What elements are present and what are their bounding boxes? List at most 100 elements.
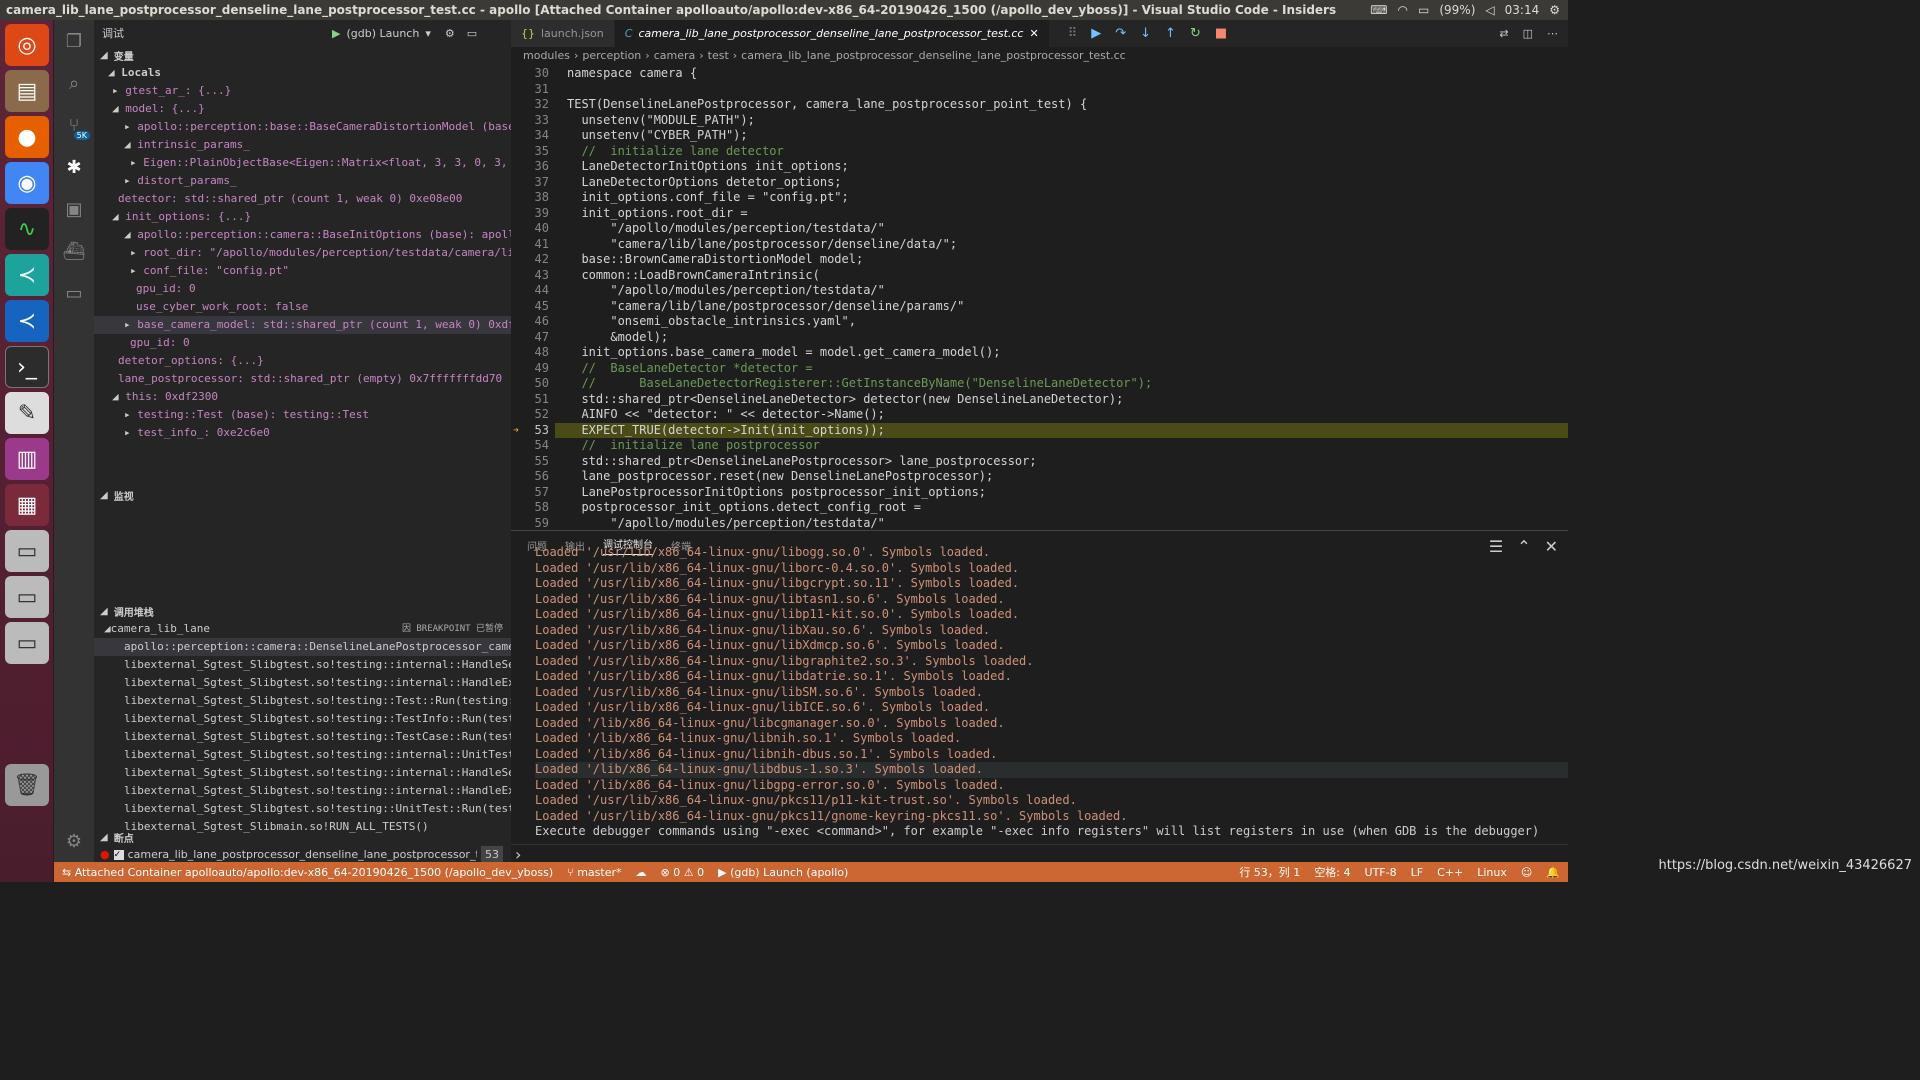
keyboard-icon[interactable]: ⌨ <box>1370 3 1387 17</box>
stack-frame[interactable]: libexternal_Sgtest_Slibgtest.so!testing:… <box>94 782 511 800</box>
code-line[interactable]: 52 AINFO << "detector: " << detector->Na… <box>511 407 1568 423</box>
stack-frame[interactable]: apollo::perception::camera::DenselineLan… <box>94 638 511 656</box>
firefox-icon[interactable]: ● <box>5 116 49 158</box>
code-line[interactable]: 41 "camera/lib/lane/postprocessor/densel… <box>511 237 1568 253</box>
watch-header[interactable]: ◢ 监视 <box>94 486 511 504</box>
code-line[interactable]: 31 <box>511 82 1568 98</box>
line-number[interactable]: 57 <box>511 485 555 501</box>
variable-row[interactable]: ◢ model: {...} <box>94 100 511 118</box>
console-input[interactable]: › <box>511 844 1568 864</box>
variable-row[interactable]: ▸ distort_params_ <box>94 172 511 190</box>
problems-status[interactable]: ⊗ 0 ⚠ 0 <box>661 866 705 879</box>
ubuntu-dash-icon[interactable]: ◎ <box>5 24 49 66</box>
code-line[interactable]: 33 unsetenv("MODULE_PATH"); <box>511 113 1568 129</box>
split-editor-icon[interactable]: ◫ <box>1523 27 1533 40</box>
line-number[interactable]: 41 <box>511 237 555 253</box>
line-number[interactable]: 38 <box>511 190 555 206</box>
tab-test-cc[interactable]: Ccamera_lib_lane_postprocessor_denseline… <box>614 20 1050 47</box>
debug-config-select[interactable]: (gdb) Launch <box>340 27 425 40</box>
line-number[interactable]: 54 <box>511 438 555 454</box>
gear-icon[interactable]: ⚙ <box>1549 3 1560 17</box>
variable-row[interactable]: use_cyber_work_root: false <box>94 298 511 316</box>
line-number[interactable]: 42 <box>511 252 555 268</box>
line-number[interactable]: 43 <box>511 268 555 284</box>
code-line[interactable]: 51 std::shared_ptr<DenselineLaneDetector… <box>511 392 1568 408</box>
code-line[interactable]: 50 // BaseLaneDetectorRegisterer::GetIns… <box>511 376 1568 392</box>
debug-launch-status[interactable]: ▶ (gdb) Launch (apollo) <box>718 866 848 879</box>
code-line[interactable]: 48 init_options.base_camera_model = mode… <box>511 345 1568 361</box>
drive-icon[interactable]: ▭ <box>5 622 49 664</box>
code-line[interactable]: 38 init_options.conf_file = "config.pt"; <box>511 190 1568 206</box>
variable-row[interactable]: ◢ this: 0xdf2300 <box>94 388 511 406</box>
drag-handle-icon[interactable]: ⠿ <box>1068 26 1078 41</box>
code-line[interactable]: 46 "onsemi_obstacle_intrinsics.yaml", <box>511 314 1568 330</box>
code-line[interactable]: 59 "/apollo/modules/perception/testdata/… <box>511 516 1568 531</box>
line-number[interactable]: 31 <box>511 82 555 98</box>
variable-row[interactable]: ▸ root_dir: "/apollo/modules/perception/… <box>94 244 511 262</box>
variable-row[interactable]: detector: std::shared_ptr (count 1, weak… <box>94 190 511 208</box>
code-line[interactable]: 57 LanePostprocessorInitOptions postproc… <box>511 485 1568 501</box>
close-panel-icon[interactable]: ✕ <box>1545 537 1558 556</box>
debug-console-icon[interactable]: ▭ <box>455 27 477 40</box>
locals-scope[interactable]: ◢ Locals <box>94 64 511 82</box>
docker-icon[interactable]: ⛴ <box>54 230 94 272</box>
workspace-icon[interactable]: ▦ <box>5 484 49 526</box>
restart-icon[interactable]: ↻ <box>1190 26 1201 41</box>
line-number[interactable]: 58 <box>511 500 555 516</box>
code-line[interactable]: 42 base::BrownCameraDistortionModel mode… <box>511 252 1568 268</box>
clear-console-icon[interactable]: ☰ <box>1489 537 1503 556</box>
stack-frame[interactable]: libexternal_Sgtest_Slibgtest.so!testing:… <box>94 800 511 818</box>
line-number[interactable]: 37 <box>511 175 555 191</box>
code-line[interactable]: 54 // initialize lane postprocessor <box>511 438 1568 454</box>
line-number[interactable]: 52 <box>511 407 555 423</box>
bell-icon[interactable]: 🔔 <box>1546 866 1568 879</box>
compare-icon[interactable]: ⇄ <box>1499 27 1508 40</box>
breakpoint-checkbox[interactable]: ✓ <box>113 850 124 860</box>
variables-header[interactable]: ◢ 变量 <box>94 46 511 64</box>
breadcrumb-item[interactable]: camera <box>654 49 696 62</box>
code-line[interactable]: 34 unsetenv("CYBER_PATH"); <box>511 128 1568 144</box>
drive-icon[interactable]: ▭ <box>5 576 49 618</box>
remote-status[interactable]: ⇆ Attached Container apolloauto/apollo:d… <box>62 866 553 879</box>
trash-icon[interactable]: 🗑 <box>5 764 49 806</box>
breadcrumb-item[interactable]: perception <box>582 49 641 62</box>
line-number[interactable]: 55 <box>511 454 555 470</box>
line-number[interactable]: 51 <box>511 392 555 408</box>
code-line[interactable]: 36 LaneDetectorInitOptions init_options; <box>511 159 1568 175</box>
line-number[interactable]: 45 <box>511 299 555 315</box>
line-number[interactable]: 30 <box>511 66 555 82</box>
maximize-panel-icon[interactable]: ⌃ <box>1517 537 1530 556</box>
breadcrumb-item[interactable]: test <box>708 49 729 62</box>
variable-row[interactable]: ▸ testing::Test (base): testing::Test <box>94 406 511 424</box>
line-number[interactable]: 53 <box>511 423 555 439</box>
code-line[interactable]: 30 namespace camera { <box>511 66 1568 82</box>
extensions-icon[interactable]: ▣ <box>54 188 94 230</box>
line-number[interactable]: 40 <box>511 221 555 237</box>
variable-row[interactable]: ◢ apollo::perception::camera::BaseInitOp… <box>94 226 511 244</box>
close-icon[interactable]: ✕ <box>1029 27 1038 40</box>
code-line[interactable]: 32 TEST(DenselineLanePostprocessor, camer… <box>511 97 1568 113</box>
drive-icon[interactable]: ▭ <box>5 530 49 572</box>
variable-row[interactable]: gpu_id: 0 <box>94 334 511 352</box>
more-icon[interactable]: ⋯ <box>1547 27 1558 40</box>
debug-icon[interactable]: ✱ <box>54 146 94 188</box>
gear-icon[interactable]: ⚙ <box>431 27 455 40</box>
clock[interactable]: 03:14 <box>1505 3 1540 17</box>
code-line[interactable]: 47 &model); <box>511 330 1568 346</box>
breadcrumb-item[interactable]: camera_lib_lane_postprocessor_denseline_… <box>741 49 1126 62</box>
code-view[interactable]: 30 namespace camera {31 32 TEST(DenselineLa… <box>511 66 1568 530</box>
stack-frame[interactable]: libexternal_Sgtest_Slibgtest.so!testing:… <box>94 746 511 764</box>
variable-row[interactable]: ▸ test_info_: 0xe2c6e0 <box>94 424 511 442</box>
remote-explorer-icon[interactable]: ▭ <box>54 272 94 314</box>
continue-icon[interactable]: ▶ <box>1091 26 1101 41</box>
breakpoints-header[interactable]: ◢ 断点 <box>94 828 511 846</box>
code-line[interactable]: 58 postprocessor_init_options.detect_con… <box>511 500 1568 516</box>
step-into-icon[interactable]: ↓ <box>1140 26 1151 41</box>
code-line[interactable]: 39 init_options.root_dir = <box>511 206 1568 222</box>
callstack-thread[interactable]: ◢ camera_lib_lane 因 BREAKPOINT 已暂停 <box>94 620 511 638</box>
line-number[interactable]: 34 <box>511 128 555 144</box>
encoding-status[interactable]: UTF-8 <box>1365 866 1397 879</box>
variable-row[interactable]: gpu_id: 0 <box>94 280 511 298</box>
line-number[interactable]: 56 <box>511 469 555 485</box>
line-number[interactable]: 48 <box>511 345 555 361</box>
